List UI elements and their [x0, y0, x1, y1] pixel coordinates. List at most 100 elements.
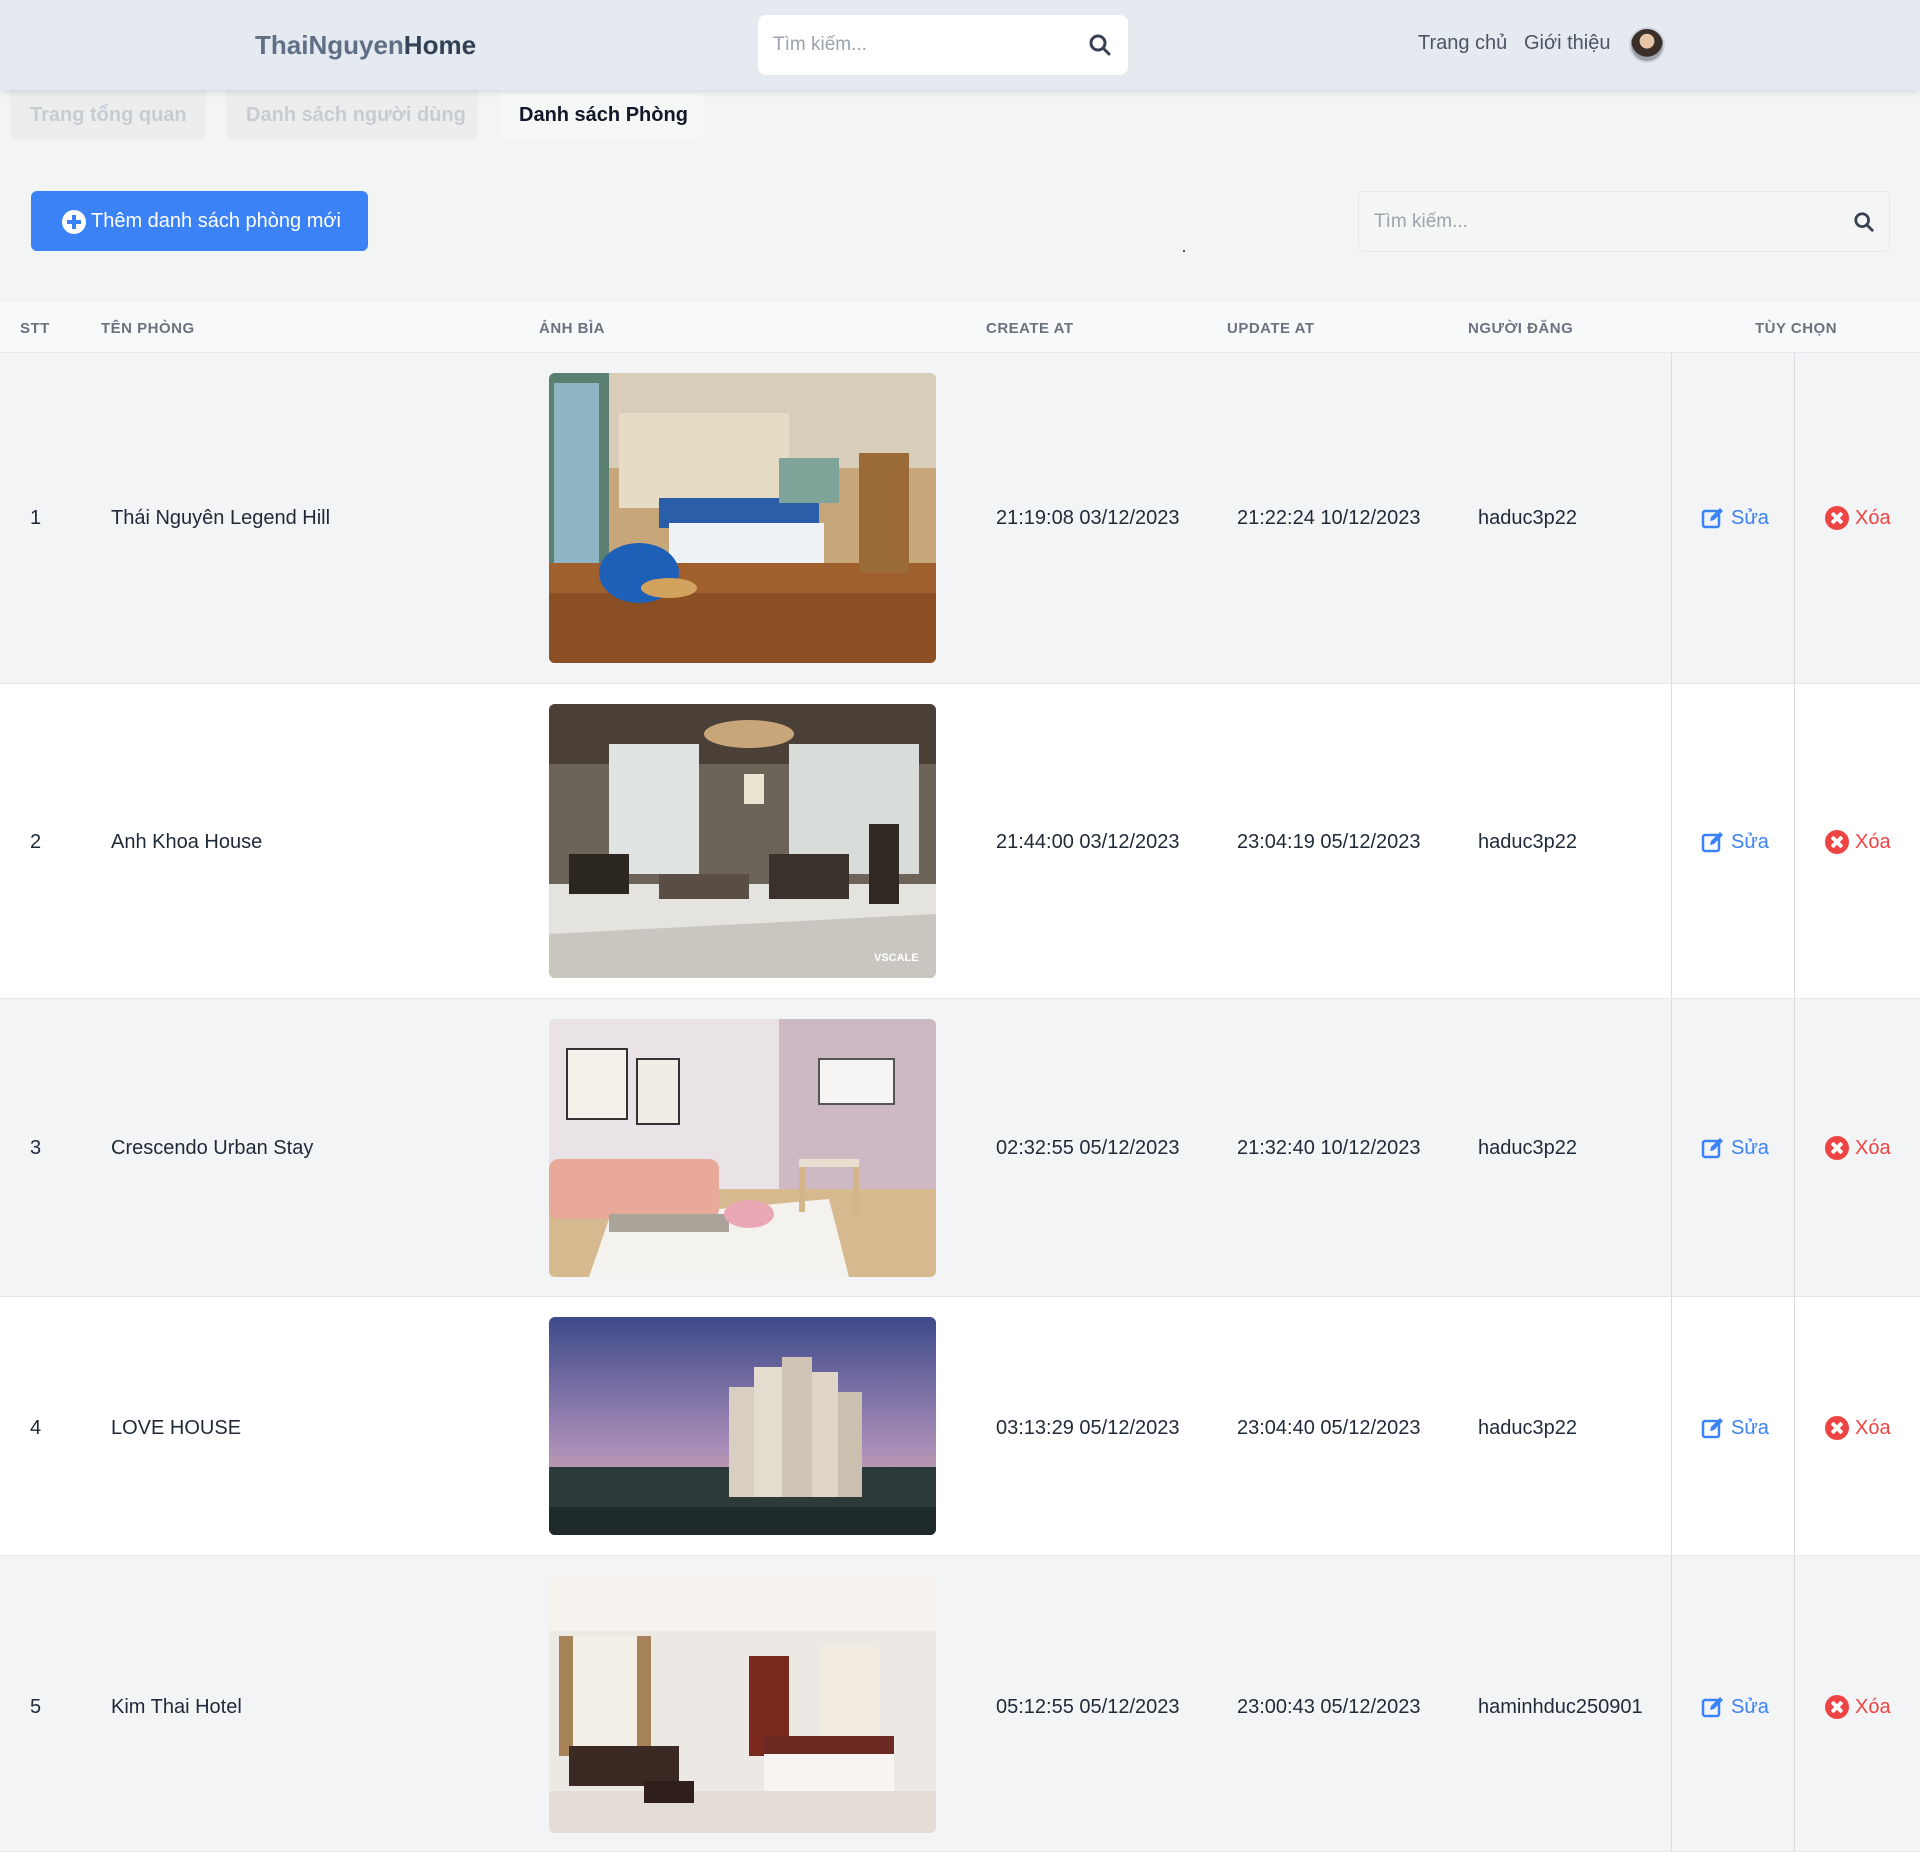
- col-stt: STT: [20, 320, 50, 337]
- column-divider: [1794, 1556, 1795, 1851]
- edit-icon: [1701, 1697, 1723, 1718]
- close-circle-icon: [1825, 1695, 1849, 1719]
- edit-label: Sửa: [1731, 506, 1769, 529]
- edit-button[interactable]: Sửa: [1701, 1416, 1769, 1440]
- column-divider: [1671, 684, 1672, 998]
- row-created: 21:44:00 03/12/2023: [996, 831, 1180, 853]
- column-divider: [1794, 684, 1795, 998]
- col-created: CREATE AT: [986, 320, 1074, 337]
- room-cover-image: VSCALE: [549, 704, 936, 978]
- brand-part-2: Home: [403, 30, 477, 60]
- column-divider: [1671, 999, 1672, 1296]
- table-row: 3 Crescendo Urban Stay 02:32:55 05/12/20…: [0, 999, 1920, 1297]
- row-stt: 2: [30, 831, 42, 853]
- row-stt: 3: [30, 1137, 42, 1159]
- add-room-button[interactable]: Thêm danh sách phòng mới: [31, 191, 368, 251]
- row-created: 05:12:55 05/12/2023: [996, 1696, 1180, 1718]
- column-divider: [1794, 999, 1795, 1296]
- row-author: haduc3p22: [1478, 1137, 1577, 1159]
- close-circle-icon: [1825, 506, 1849, 530]
- delete-button[interactable]: Xóa: [1825, 1416, 1891, 1440]
- row-name: Kim Thai Hotel: [111, 1696, 242, 1718]
- edit-icon: [1701, 1418, 1723, 1439]
- column-divider: [1794, 353, 1795, 683]
- row-updated: 23:00:43 05/12/2023: [1237, 1696, 1421, 1718]
- edit-button[interactable]: Sửa: [1701, 1136, 1769, 1160]
- search-icon[interactable]: [1088, 33, 1112, 57]
- col-author: NGƯỜI ĐĂNG: [1468, 320, 1574, 337]
- edit-icon: [1701, 508, 1723, 529]
- delete-button[interactable]: Xóa: [1825, 1695, 1891, 1719]
- table-row: 4 LOVE HOUSE 03:13:29 05/12/2023 23:04:4…: [0, 1297, 1920, 1556]
- row-author: haminhduc250901: [1478, 1696, 1643, 1718]
- close-circle-icon: [1825, 830, 1849, 854]
- delete-button[interactable]: Xóa: [1825, 1136, 1891, 1160]
- tab-users[interactable]: Danh sách người dùng: [226, 90, 478, 140]
- edit-label: Sửa: [1731, 830, 1769, 853]
- top-navbar: ThaiNguyenHome Trang chủ Giới thiệu: [0, 0, 1920, 90]
- row-updated: 23:04:40 05/12/2023: [1237, 1417, 1421, 1439]
- brand-logo[interactable]: ThaiNguyenHome: [255, 30, 476, 61]
- room-cover-image: [549, 1317, 936, 1535]
- col-options: TÙY CHỌN: [1755, 320, 1838, 337]
- avatar[interactable]: [1629, 27, 1665, 63]
- room-cover-image: [549, 373, 936, 663]
- delete-button[interactable]: Xóa: [1825, 506, 1891, 530]
- column-divider: [1671, 1556, 1672, 1851]
- room-cover-image: [549, 1576, 936, 1833]
- stray-dot: [1183, 250, 1185, 252]
- table-row: 2 Anh Khoa House VSCALE 21:44:00 03/12/2…: [0, 684, 1920, 999]
- edit-label: Sửa: [1731, 1136, 1769, 1159]
- row-created: 03:13:29 05/12/2023: [996, 1417, 1180, 1439]
- column-divider: [1794, 1297, 1795, 1555]
- delete-button[interactable]: Xóa: [1825, 830, 1891, 854]
- close-circle-icon: [1825, 1136, 1849, 1160]
- edit-label: Sửa: [1731, 1695, 1769, 1718]
- row-updated: 21:32:40 10/12/2023: [1237, 1137, 1421, 1159]
- room-search: [1358, 191, 1890, 252]
- edit-icon: [1701, 832, 1723, 853]
- delete-label: Xóa: [1855, 830, 1891, 853]
- row-created: 02:32:55 05/12/2023: [996, 1137, 1180, 1159]
- header-search: [758, 15, 1128, 75]
- edit-button[interactable]: Sửa: [1701, 506, 1769, 530]
- nav-about-link[interactable]: Giới thiệu: [1524, 32, 1610, 55]
- row-name: Thái Nguyên Legend Hill: [111, 507, 331, 529]
- header-search-input[interactable]: [758, 15, 1068, 75]
- close-circle-icon: [1825, 1416, 1849, 1440]
- edit-label: Sửa: [1731, 1416, 1769, 1439]
- row-author: haduc3p22: [1478, 1417, 1577, 1439]
- table-row: 5 Kim Thai Hotel 05:12:55 05/12/2023 23:…: [0, 1556, 1920, 1852]
- edit-button[interactable]: Sửa: [1701, 830, 1769, 854]
- row-name: Crescendo Urban Stay: [111, 1137, 314, 1159]
- row-created: 21:19:08 03/12/2023: [996, 507, 1180, 529]
- delete-label: Xóa: [1855, 1416, 1891, 1439]
- plus-circle-icon: [62, 210, 86, 234]
- delete-label: Xóa: [1855, 1136, 1891, 1159]
- table-header: STT TÊN PHÒNG ẢNH BÌA CREATE AT UPDATE A…: [0, 302, 1920, 353]
- brand-part-1: ThaiNguyen: [255, 30, 404, 60]
- table-row: 1 Thái Nguyên Legend Hill 21:19:08 03/12…: [0, 353, 1920, 684]
- column-divider: [1671, 1297, 1672, 1555]
- nav-home-link[interactable]: Trang chủ: [1418, 32, 1507, 55]
- edit-button[interactable]: Sửa: [1701, 1695, 1769, 1719]
- tab-overview[interactable]: Trang tổng quan: [10, 90, 206, 140]
- column-divider: [1671, 353, 1672, 683]
- row-stt: 4: [30, 1417, 42, 1439]
- row-author: haduc3p22: [1478, 507, 1577, 529]
- row-name: LOVE HOUSE: [111, 1417, 242, 1439]
- tab-rooms[interactable]: Danh sách Phòng: [499, 90, 703, 140]
- room-search-input[interactable]: [1359, 192, 1829, 251]
- search-icon[interactable]: [1853, 211, 1875, 233]
- room-cover-image: [549, 1019, 936, 1277]
- row-stt: 5: [30, 1696, 42, 1718]
- col-cover: ẢNH BÌA: [539, 320, 605, 337]
- delete-label: Xóa: [1855, 1695, 1891, 1718]
- delete-label: Xóa: [1855, 506, 1891, 529]
- col-updated: UPDATE AT: [1227, 320, 1315, 337]
- row-stt: 1: [30, 507, 42, 529]
- col-name: TÊN PHÒNG: [101, 320, 195, 337]
- edit-icon: [1701, 1138, 1723, 1159]
- svg-text:VSCALE: VSCALE: [874, 952, 919, 964]
- row-author: haduc3p22: [1478, 831, 1577, 853]
